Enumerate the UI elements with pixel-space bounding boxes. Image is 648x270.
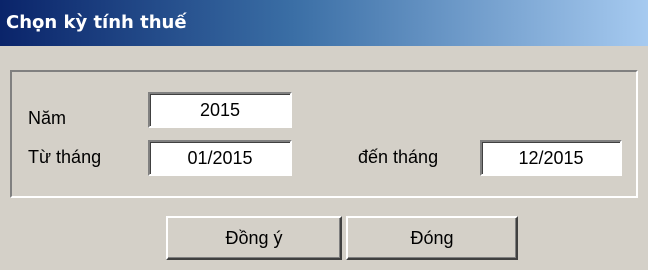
year-field[interactable] <box>148 92 292 128</box>
ok-button[interactable]: Đồng ý <box>166 216 342 260</box>
period-group-box <box>10 70 638 198</box>
dialog-window: Chọn kỳ tính thuế Năm Từ tháng đến tháng… <box>0 0 648 270</box>
to-month-label: đến tháng <box>358 147 439 167</box>
close-button[interactable]: Đóng <box>346 216 518 260</box>
to-month-field[interactable] <box>480 140 622 176</box>
dialog-title: Chọn kỳ tính thuế <box>6 12 187 33</box>
from-month-field[interactable] <box>148 140 292 176</box>
close-button-label: Đóng <box>410 228 454 248</box>
title-bar[interactable]: Chọn kỳ tính thuế <box>0 0 648 46</box>
from-month-label: Từ tháng <box>28 147 102 167</box>
ok-button-label: Đồng ý <box>225 228 283 248</box>
year-label: Năm <box>28 108 67 128</box>
